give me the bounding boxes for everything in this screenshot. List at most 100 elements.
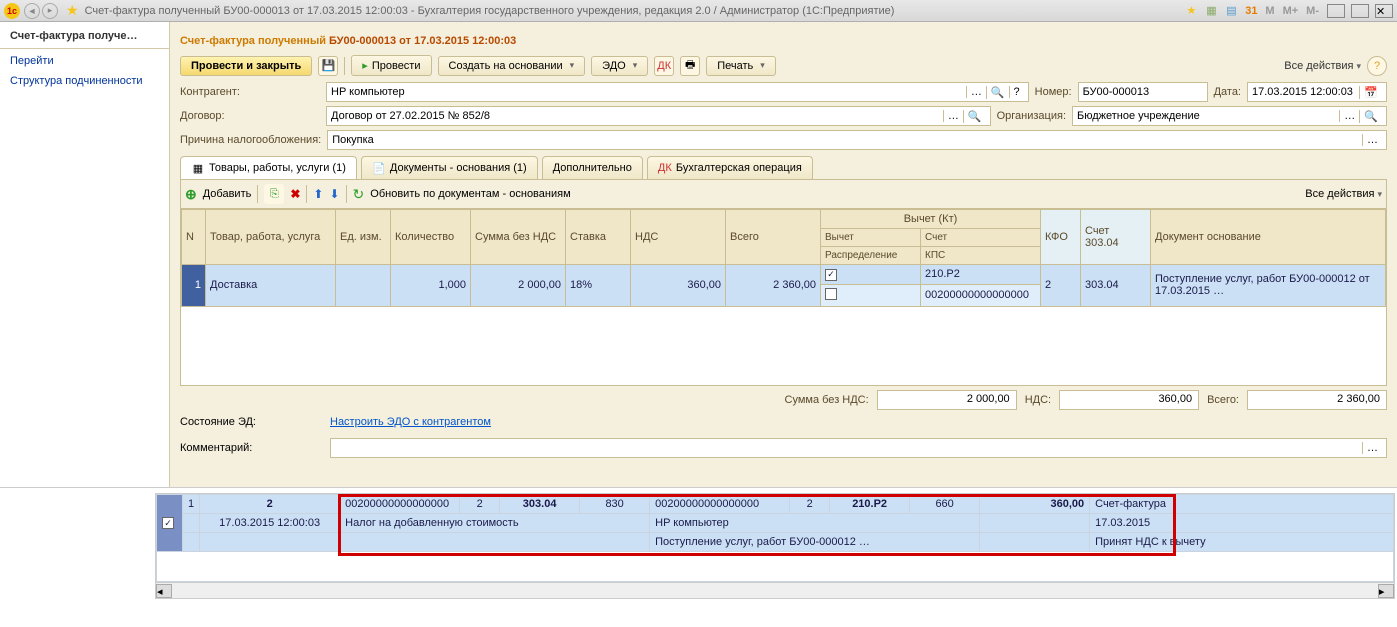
cell-qty[interactable]: 1,000 [391,265,471,307]
edo-button[interactable]: ЭДО [591,56,648,76]
grid-all-actions-button[interactable]: Все действия [1305,188,1382,200]
number-field[interactable]: БУ00-000013 [1078,82,1208,102]
page-title: Счет-фактура полученный БУ00-000013 от 1… [180,28,1387,49]
tab-documents[interactable]: 📄Документы - основания (1) [361,156,538,179]
cell-account[interactable]: 210.P2 [921,265,1041,285]
cell-acc303[interactable]: 303.04 [1081,265,1151,307]
clipboard-icon[interactable]: ▦ [1203,3,1219,19]
print-icon-button[interactable]: 🖶 [680,56,700,76]
col-kps[interactable]: КПС [921,247,1041,265]
contract-field[interactable]: Договор от 27.02.2015 № 852/8 … 🔍 [326,106,991,126]
tab-additional[interactable]: Дополнительно [542,156,643,179]
all-actions-button[interactable]: Все действия [1284,60,1361,72]
bottom-grid[interactable]: ✓ 1 2 00200000000000000 2 303.04 830 002… [156,494,1394,582]
scroll-right-button[interactable]: ▸ [1378,584,1394,598]
sidebar-item-structure[interactable]: Структура подчиненности [0,71,169,91]
debit-credit-icon[interactable]: ДК [654,56,674,76]
checkbox-icon[interactable] [825,288,837,300]
cell-kfo[interactable]: 2 [1041,265,1081,307]
help-field-icon[interactable]: ? [1009,86,1024,98]
print-button[interactable]: Печать [706,56,776,76]
horizontal-scrollbar[interactable]: ◂ ▸ [156,582,1394,598]
copy-icon[interactable]: ⎘ [264,184,284,204]
refresh-icon[interactable]: ↻ [353,186,365,203]
lookup-icon[interactable]: … [943,110,963,122]
search-icon[interactable]: 🔍 [963,110,986,123]
calendar-icon[interactable]: 📅 [1359,86,1382,99]
col-docbase[interactable]: Документ основание [1151,210,1386,265]
help-button[interactable]: ? [1367,56,1387,76]
org-field[interactable]: Бюджетное учреждение … 🔍 [1072,106,1387,126]
col-unit[interactable]: Ед. изм. [336,210,391,265]
nav-back-button[interactable]: ◄ [24,3,40,19]
lookup-icon[interactable]: … [966,86,986,98]
lookup-icon[interactable]: … [1339,110,1359,122]
counterparty-field[interactable]: HP компьютер … 🔍 ? [326,82,1029,102]
col-n[interactable]: N [182,210,206,265]
tax-reason-field[interactable]: Покупка … [327,130,1387,150]
search-icon[interactable]: 🔍 [1359,110,1382,123]
move-up-icon[interactable]: ⬆ [313,187,323,201]
col-total[interactable]: Всего [726,210,821,265]
col-item[interactable]: Товар, работа, услуга [206,210,336,265]
cell-sum-no-vat[interactable]: 2 000,00 [471,265,566,307]
cell-n[interactable]: 1 [182,265,206,307]
col-deduct[interactable]: Вычет [821,229,921,247]
create-based-button[interactable]: Создать на основании [438,56,586,76]
col-vat[interactable]: НДС [631,210,726,265]
star-icon[interactable]: ★ [1183,3,1199,19]
close-button[interactable]: ✕ [1375,4,1393,18]
col-distribution[interactable]: Распределение [821,247,921,265]
add-icon[interactable]: ⊕ [185,186,197,203]
tab-items[interactable]: ▦Товары, работы, услуги (1) [180,156,357,179]
scroll-left-button[interactable]: ◂ [156,584,172,598]
col-rate[interactable]: Ставка [566,210,631,265]
cell-deduct-check[interactable]: ✓ [821,265,921,285]
favorite-icon[interactable]: ★ [66,2,79,19]
col-sum-no-vat[interactable]: Сумма без НДС [471,210,566,265]
col-deduct-kt[interactable]: Вычет (Кт) [821,210,1041,229]
sum-no-vat-label: Сумма без НДС: [785,394,869,406]
tab-accounting[interactable]: ДКБухгалтерская операция [647,156,813,179]
date-field[interactable]: 17.03.2015 12:00:03 📅 [1247,82,1387,102]
memory-m-button[interactable]: M [1263,5,1276,17]
save-button[interactable]: 💾 [318,56,338,76]
items-grid[interactable]: N Товар, работа, услуга Ед. изм. Количес… [180,208,1387,386]
add-button[interactable]: Добавить [203,188,252,200]
col-qty[interactable]: Количество [391,210,471,265]
post-and-close-button[interactable]: Провести и закрыть [180,56,312,76]
memory-mplus-button[interactable]: M+ [1281,5,1301,17]
cell-item[interactable]: Доставка [206,265,336,307]
refresh-button[interactable]: Обновить по документам - основаниям [370,188,570,200]
cell-unit[interactable] [336,265,391,307]
calendar-icon[interactable]: 31 [1243,3,1259,19]
cell-docbase[interactable]: Поступление услуг, работ БУ00-000012 от … [1151,265,1386,307]
comment-field[interactable]: … [330,438,1387,458]
window-title: Счет-фактура полученный БУ00-000013 от 1… [85,5,1184,17]
cell-rate[interactable]: 18% [566,265,631,307]
sidebar-item-goto[interactable]: Перейти [0,51,169,71]
checkbox-icon[interactable]: ✓ [825,269,837,281]
col-kfo[interactable]: КФО [1041,210,1081,265]
memory-mminus-button[interactable]: M- [1304,5,1321,17]
col-account[interactable]: Счет [921,229,1041,247]
nav-forward-button[interactable]: ▸ [42,3,58,19]
col-acc303[interactable]: Счет 303.04 [1081,210,1151,265]
maximize-button[interactable] [1351,4,1369,18]
cell-distribution[interactable] [821,284,921,306]
cell-vat[interactable]: 360,00 [631,265,726,307]
calculator-icon[interactable]: ▤ [1223,3,1239,19]
lookup-icon[interactable]: … [1362,134,1382,146]
lookup-icon[interactable]: … [1362,442,1382,454]
row-handle[interactable]: ✓ [157,495,183,552]
search-icon[interactable]: 🔍 [986,86,1009,99]
cell-kps[interactable]: 00200000000000000 [921,284,1041,306]
edo-setup-link[interactable]: Настроить ЭДО с контрагентом [330,416,491,428]
sidebar-item-invoice[interactable]: Счет-фактура получе… [0,26,169,46]
minimize-button[interactable] [1327,4,1345,18]
move-down-icon[interactable]: ⬇ [329,187,339,201]
cell-total[interactable]: 2 360,00 [726,265,821,307]
ed-state-label: Состояние ЭД: [180,416,320,428]
post-button[interactable]: ▸Провести [351,55,431,76]
delete-icon[interactable]: ✖ [290,187,300,201]
